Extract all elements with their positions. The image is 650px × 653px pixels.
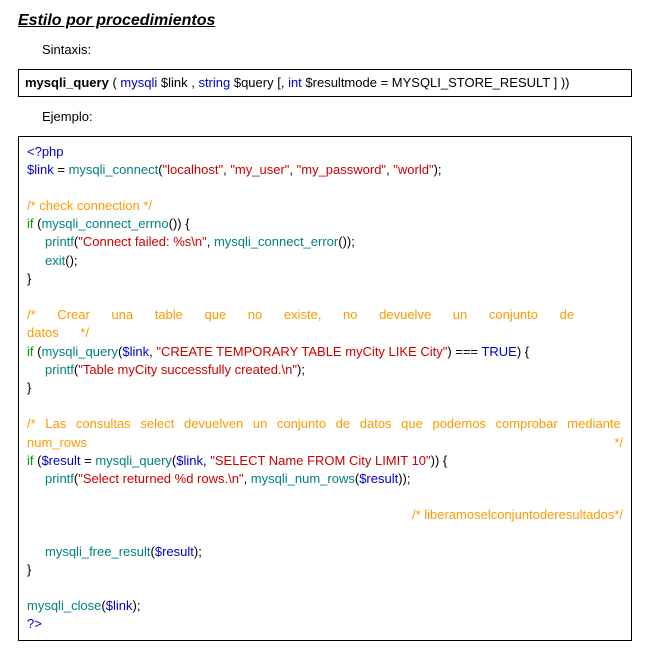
comment-w: conjunto — [491, 506, 540, 524]
code-box: <?php $link = mysqli_connect("localhost"… — [18, 136, 632, 641]
comment-line: num_rows */ — [27, 434, 623, 452]
code-line: printf("Table myCity successfully create… — [27, 361, 623, 379]
fn-error: mysqli_connect_error — [214, 234, 338, 249]
tok: )) { — [431, 453, 448, 468]
code-line: mysqli_free_result($result); — [27, 543, 623, 561]
comment-w: /* liberamos — [412, 506, 481, 524]
sig-type2: string — [198, 75, 230, 90]
str: "Select returned %d rows.\n" — [78, 471, 243, 486]
code-line: <?php — [27, 143, 623, 161]
code-line: } — [27, 379, 623, 397]
syntax-label: Sintaxis: — [42, 42, 632, 57]
fn-query: mysqli_query — [95, 453, 172, 468]
str: "localhost" — [163, 162, 224, 177]
comment-line: /* Crear una table que no existe, no dev… — [27, 306, 623, 342]
tok: ()) { — [169, 216, 190, 231]
blank-line — [27, 179, 623, 197]
sig-arg3: $resultmode — [302, 75, 377, 90]
str: "my_user" — [230, 162, 289, 177]
sig-c1: , — [188, 75, 199, 90]
fn-connect: mysqli_connect — [69, 162, 159, 177]
comment-w: */ — [614, 506, 623, 524]
var-result: $result — [155, 544, 194, 559]
sig-arg2: $query — [230, 75, 273, 90]
fn-query: mysqli_query — [41, 344, 118, 359]
tok: ); — [133, 598, 141, 613]
php-open: <?php — [27, 144, 64, 159]
blank-line — [27, 488, 623, 506]
comment-line: /* Las consultas select devuelven un con… — [27, 415, 623, 433]
tok: ) { — [517, 344, 529, 359]
tok: ); — [434, 162, 442, 177]
tok: = — [80, 453, 95, 468]
page-title: Estilo por procedimientos — [18, 12, 632, 30]
comment-text: /* Crear una table que no existe, no dev… — [27, 306, 623, 342]
fn-numrows: mysqli_num_rows — [251, 471, 355, 486]
fn-close: mysqli_close — [27, 598, 101, 613]
comment-w: resultados — [554, 506, 614, 524]
tok: )); — [398, 471, 410, 486]
tok: (); — [65, 253, 77, 268]
comment-line: /* check connection */ — [27, 197, 623, 215]
sig-arg1: $link — [157, 75, 187, 90]
fn-exit: exit — [45, 253, 65, 268]
tok: ); — [194, 544, 202, 559]
kw-true: TRUE — [481, 344, 516, 359]
var-link: $link — [176, 453, 203, 468]
sig-fn: mysqli_query — [25, 75, 109, 90]
code-line: printf("Select returned %d rows.\n", mys… — [27, 470, 623, 488]
php-close: ?> — [27, 615, 623, 633]
tok: ) === — [447, 344, 481, 359]
tok: ); — [297, 362, 305, 377]
tok: = — [54, 162, 69, 177]
tok: , — [207, 234, 214, 249]
code-line: if (mysqli_query($link, "CREATE TEMPORAR… — [27, 343, 623, 361]
blank-line — [27, 397, 623, 415]
blank-line — [27, 288, 623, 306]
fn-printf: printf — [45, 471, 74, 486]
var-link: $link — [27, 162, 54, 177]
comment-w: de — [540, 506, 554, 524]
fn-free: mysqli_free_result — [45, 544, 151, 559]
blank-line — [27, 579, 623, 597]
fn-printf: printf — [45, 234, 74, 249]
code-line: if ($result = mysqli_query($link, "SELEC… — [27, 452, 623, 470]
comment-w: el — [481, 506, 491, 524]
comment-left: num_rows — [27, 434, 614, 452]
fn-printf: printf — [45, 362, 74, 377]
blank-line — [27, 524, 623, 542]
comment-line: /* liberamos el conjunto de resultados *… — [27, 506, 623, 524]
sig-type1: mysqli — [120, 75, 157, 90]
sig-open: ( — [109, 75, 121, 90]
sig-opt: [, — [274, 75, 288, 90]
code-line: printf("Connect failed: %s\n", mysqli_co… — [27, 233, 623, 251]
tok: , — [244, 471, 251, 486]
str: "CREATE TEMPORARY TABLE myCity LIKE City… — [156, 344, 447, 359]
str: "SELECT Name FROM City LIMIT 10" — [210, 453, 430, 468]
tok: , — [289, 162, 296, 177]
code-line: exit(); — [27, 252, 623, 270]
signature-box: mysqli_query ( mysqli $link , string $qu… — [18, 69, 632, 97]
var-result: $result — [359, 471, 398, 486]
code-line: } — [27, 270, 623, 288]
code-line: } — [27, 561, 623, 579]
str: "Connect failed: %s\n" — [78, 234, 206, 249]
code-line: $link = mysqli_connect("localhost", "my_… — [27, 161, 623, 179]
code-line: mysqli_close($link); — [27, 597, 623, 615]
code-line: if (mysqli_connect_errno()) { — [27, 215, 623, 233]
sig-type3: int — [288, 75, 302, 90]
str: "Table myCity successfully created.\n" — [78, 362, 297, 377]
fn-errno: mysqli_connect_errno — [41, 216, 168, 231]
tok: ()); — [338, 234, 355, 249]
comment-right: */ — [614, 434, 623, 452]
sig-eq: = MYSQLI_STORE_RESULT ] )) — [377, 75, 570, 90]
str: "my_password" — [297, 162, 386, 177]
var-link: $link — [122, 344, 149, 359]
str: "world" — [393, 162, 433, 177]
var-result: $result — [41, 453, 80, 468]
example-label: Ejemplo: — [42, 109, 632, 124]
var-link: $link — [106, 598, 133, 613]
